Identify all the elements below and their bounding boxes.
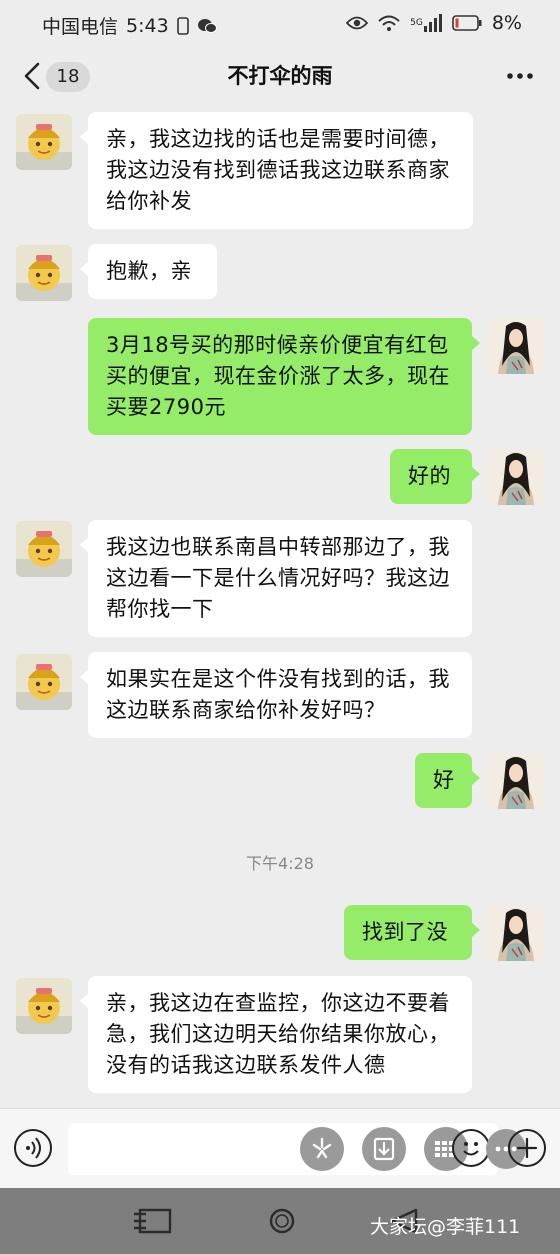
home-circle-icon [269,1208,295,1234]
contact-avatar[interactable] [16,654,72,710]
more-dots-icon [507,73,533,79]
plus-icon [516,1137,538,1159]
status-left: 中国电信 5:43 [42,12,217,39]
clock: 5:43 [126,14,169,37]
menu-icon [134,1208,172,1234]
emoji-button[interactable] [452,1129,490,1167]
home-button[interactable] [262,1206,302,1236]
received-message-bubble[interactable]: 亲，我这边在查监控，你这边不要着急，我们这边明天给你结果你放心，没有的话我这边联… [80,976,472,1093]
wifi-icon [378,14,400,32]
add-more-button[interactable] [508,1129,546,1167]
chat-title: 不打伞的雨 [227,64,333,88]
recent-apps-button[interactable] [132,1206,172,1236]
eye-icon [346,15,369,31]
smiley-icon [463,1142,479,1156]
my-avatar[interactable] [488,449,544,505]
watermark: 大家坛@李菲111 [370,1216,521,1238]
signal-icon: 5G [410,14,442,32]
sent-message-bubble[interactable]: 3月18号买的那时候亲价便宜有红包买的便宜，现在金价涨了太多，现在买要2790元 [88,318,480,435]
battery-percent: 8% [491,12,522,34]
input-bar [0,1108,560,1189]
chat-header: 18 不打伞的雨 [0,46,560,108]
network-type: 5G [410,18,423,28]
received-message-bubble[interactable]: 我这边也联系南昌中转部那边了，我这边看一下是什么情况好吗？我这边帮你找一下 [80,520,472,637]
sent-message-bubble[interactable]: 好的 [390,449,480,504]
download-button[interactable] [362,1127,406,1171]
status-right: 5G 8% [346,12,522,34]
sent-message-bubble[interactable]: 好 [415,753,480,808]
more-options-button[interactable] [504,60,536,92]
status-bar: 中国电信 5:43 5G 8% [0,0,560,46]
received-message-bubble[interactable]: 抱歉，亲 [80,244,217,299]
contact-avatar[interactable] [16,245,72,301]
my-avatar[interactable] [488,753,544,809]
battery-icon [452,15,482,31]
floating-assist-button[interactable] [300,1127,344,1171]
sim-icon [176,16,189,35]
download-icon [373,1137,395,1161]
contact-avatar[interactable] [16,521,72,577]
my-avatar[interactable] [488,318,544,374]
carrier-label: 中国电信 [42,16,119,38]
contact-avatar[interactable] [16,114,72,170]
my-avatar[interactable] [488,905,544,961]
sent-message-bubble[interactable]: 找到了没 [344,905,480,960]
wechat-notification-icon [197,17,217,35]
voice-icon [26,1137,41,1159]
sparkle-icon [312,1137,332,1159]
received-message-bubble[interactable]: 亲，我这边找的话也是需要时间德，我这边没有找到德话我这边联系商家给你补发 [80,112,473,229]
contact-avatar[interactable] [16,978,72,1034]
voice-input-button[interactable] [14,1129,52,1167]
message-timestamp: 下午4:28 [246,854,314,873]
received-message-bubble[interactable]: 如果实在是这个件没有找到的话，我这边联系商家给你补发好吗？ [80,652,472,738]
